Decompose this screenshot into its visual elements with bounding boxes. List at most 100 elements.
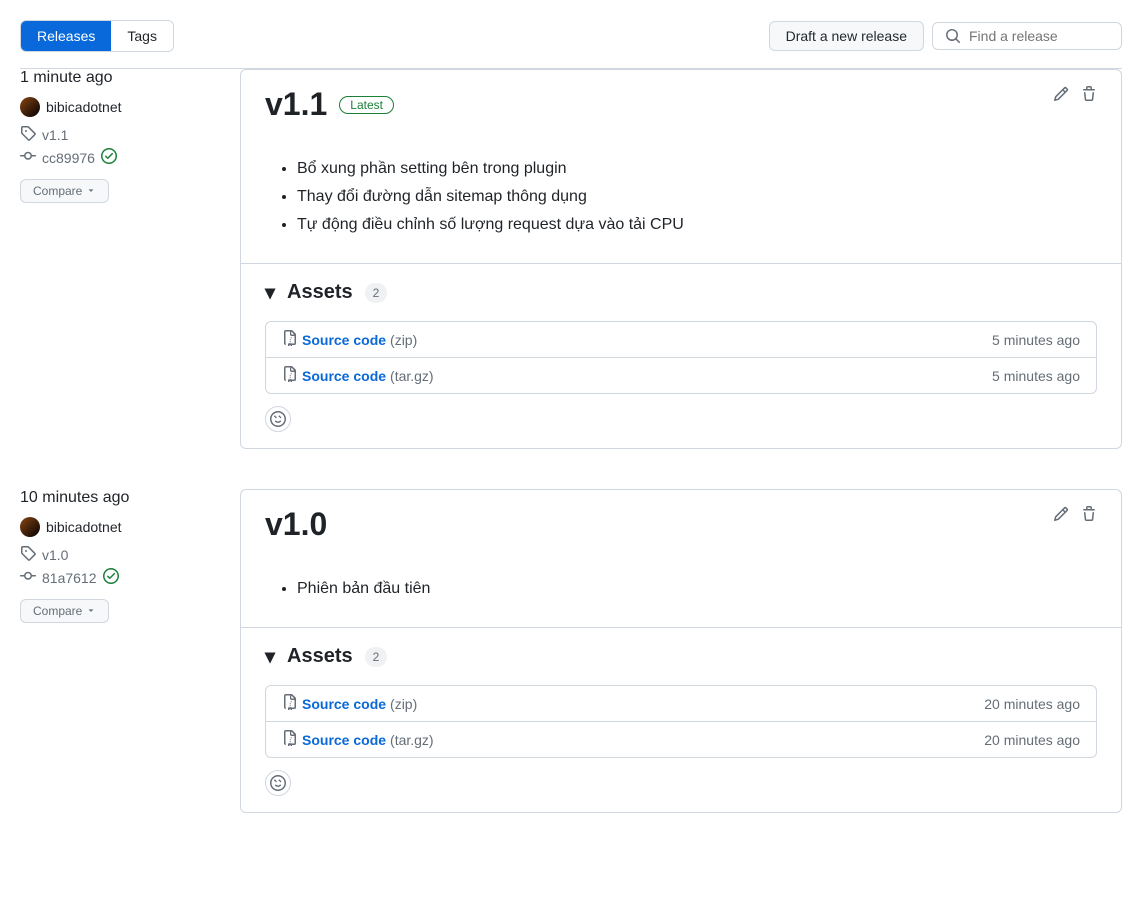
author-name: bibicadotnet: [46, 99, 122, 115]
tag-icon: [20, 125, 36, 144]
commit-link[interactable]: cc89976: [42, 150, 95, 166]
author-name: bibicadotnet: [46, 519, 122, 535]
release-header: v1.0: [241, 490, 1121, 559]
tag-link[interactable]: v1.0: [42, 547, 68, 563]
release-title: v1.1: [265, 86, 327, 123]
asset-list: Source code (zip) 5 minutes ago Source c…: [265, 321, 1097, 394]
compare-button[interactable]: Compare: [20, 179, 109, 203]
tag-icon: [20, 545, 36, 564]
asset-ext: (zip): [390, 696, 417, 712]
page-header: Releases Tags Draft a new release: [20, 20, 1122, 69]
release-actions: [1053, 86, 1097, 105]
reaction-button[interactable]: [265, 406, 291, 432]
asset-ext: (zip): [390, 332, 417, 348]
compare-button[interactable]: Compare: [20, 599, 109, 623]
assets-section: ▾ Assets 2 Source code (zip) 5 minutes a…: [241, 263, 1121, 448]
check-icon: [103, 568, 119, 587]
release-sidebar: 1 minute ago bibicadotnet v1.1 cc89976 C…: [20, 69, 220, 449]
asset-left: Source code (zip): [282, 694, 417, 713]
release-title-wrap: v1.1 Latest: [265, 86, 394, 123]
assets-count: 2: [365, 647, 388, 667]
compare-label: Compare: [33, 604, 82, 618]
asset-item: Source code (tar.gz) 5 minutes ago: [266, 358, 1096, 393]
edit-button[interactable]: [1053, 86, 1069, 105]
edit-button[interactable]: [1053, 506, 1069, 525]
caret-down-icon: [86, 184, 96, 198]
release-body: Bổ xung phần setting bên trong pluginTha…: [241, 155, 1121, 263]
asset-time: 20 minutes ago: [984, 732, 1080, 748]
release-sidebar: 10 minutes ago bibicadotnet v1.0 81a7612…: [20, 489, 220, 813]
asset-time: 5 minutes ago: [992, 368, 1080, 384]
latest-badge: Latest: [339, 96, 394, 114]
release-title: v1.0: [265, 506, 327, 543]
tab-releases[interactable]: Releases: [21, 21, 111, 51]
asset-item: Source code (zip) 5 minutes ago: [266, 322, 1096, 358]
search-wrap[interactable]: [932, 22, 1122, 50]
avatar: [20, 517, 40, 537]
search-input[interactable]: [969, 28, 1109, 44]
asset-ext: (tar.gz): [390, 732, 434, 748]
asset-time: 20 minutes ago: [984, 696, 1080, 712]
asset-link[interactable]: Source code: [302, 368, 386, 384]
reaction-button[interactable]: [265, 770, 291, 796]
asset-time: 5 minutes ago: [992, 332, 1080, 348]
release-header: v1.1 Latest: [241, 70, 1121, 139]
avatar: [20, 97, 40, 117]
caret-icon: ▾: [265, 644, 275, 669]
releases-list: 1 minute ago bibicadotnet v1.1 cc89976 C…: [20, 69, 1122, 813]
release-row: 10 minutes ago bibicadotnet v1.0 81a7612…: [20, 489, 1122, 813]
asset-link[interactable]: Source code: [302, 332, 386, 348]
caret-down-icon: [86, 604, 96, 618]
commit-line[interactable]: cc89976: [20, 148, 220, 167]
zip-icon: [282, 366, 298, 385]
asset-left: Source code (zip): [282, 330, 417, 349]
asset-link[interactable]: Source code: [302, 696, 386, 712]
zip-icon: [282, 330, 298, 349]
asset-item: Source code (tar.gz) 20 minutes ago: [266, 722, 1096, 757]
asset-link[interactable]: Source code: [302, 732, 386, 748]
commit-icon: [20, 568, 36, 587]
tab-tags[interactable]: Tags: [111, 21, 173, 51]
assets-toggle[interactable]: ▾ Assets 2: [265, 644, 1097, 669]
release-note: Phiên bản đầu tiên: [297, 575, 1097, 603]
asset-ext: (tar.gz): [390, 368, 434, 384]
delete-button[interactable]: [1081, 86, 1097, 105]
release-author[interactable]: bibicadotnet: [20, 517, 220, 537]
tag-link[interactable]: v1.1: [42, 127, 68, 143]
release-time: 10 minutes ago: [20, 489, 220, 507]
zip-icon: [282, 730, 298, 749]
compare-label: Compare: [33, 184, 82, 198]
release-note: Tự động điều chỉnh số lượng request dựa …: [297, 211, 1097, 239]
release-time: 1 minute ago: [20, 69, 220, 87]
header-actions: Draft a new release: [769, 21, 1122, 51]
asset-left: Source code (tar.gz): [282, 730, 434, 749]
commit-link[interactable]: 81a7612: [42, 570, 97, 586]
assets-label: Assets: [287, 645, 353, 668]
draft-release-button[interactable]: Draft a new release: [769, 21, 924, 51]
search-icon: [945, 28, 961, 44]
check-icon: [101, 148, 117, 167]
release-card: v1.1 Latest Bổ xung phần setting bên tro…: [240, 69, 1122, 449]
tag-line[interactable]: v1.1: [20, 125, 220, 144]
assets-section: ▾ Assets 2 Source code (zip) 20 minutes …: [241, 627, 1121, 812]
release-actions: [1053, 506, 1097, 525]
assets-toggle[interactable]: ▾ Assets 2: [265, 280, 1097, 305]
delete-button[interactable]: [1081, 506, 1097, 525]
release-note: Bổ xung phần setting bên trong plugin: [297, 155, 1097, 183]
commit-icon: [20, 148, 36, 167]
asset-left: Source code (tar.gz): [282, 366, 434, 385]
release-card: v1.0 Phiên bản đầu tiên ▾ Assets 2 Sourc…: [240, 489, 1122, 813]
release-author[interactable]: bibicadotnet: [20, 97, 220, 117]
release-title-wrap: v1.0: [265, 506, 327, 543]
commit-line[interactable]: 81a7612: [20, 568, 220, 587]
tabs: Releases Tags: [20, 20, 174, 52]
tag-line[interactable]: v1.0: [20, 545, 220, 564]
release-body: Phiên bản đầu tiên: [241, 575, 1121, 627]
caret-icon: ▾: [265, 280, 275, 305]
asset-item: Source code (zip) 20 minutes ago: [266, 686, 1096, 722]
assets-label: Assets: [287, 281, 353, 304]
release-row: 1 minute ago bibicadotnet v1.1 cc89976 C…: [20, 69, 1122, 449]
zip-icon: [282, 694, 298, 713]
release-note: Thay đổi đường dẫn sitemap thông dụng: [297, 183, 1097, 211]
assets-count: 2: [365, 283, 388, 303]
